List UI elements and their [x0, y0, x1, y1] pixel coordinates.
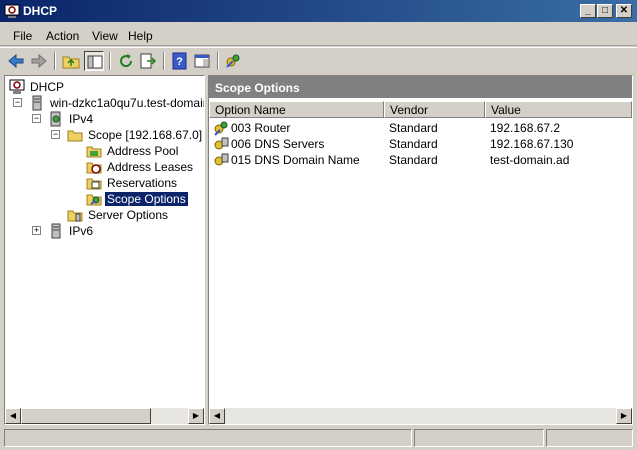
status-panel-secondary: [414, 429, 544, 447]
tree-item-server[interactable]: win-dzkc1a0qu7u.test-domain.ad: [29, 95, 204, 111]
ipv6-icon: [48, 223, 64, 239]
column-header-option-name[interactable]: Option Name: [209, 101, 384, 118]
menu-file[interactable]: File: [13, 29, 32, 43]
back-icon[interactable]: [6, 51, 26, 71]
tree-item-ipv4[interactable]: IPv4: [48, 111, 198, 127]
status-bar: [0, 428, 637, 450]
dhcp-icon: [9, 79, 25, 95]
tree-horizontal-scrollbar[interactable]: ◀ ▶: [5, 408, 204, 424]
forward-icon[interactable]: [29, 51, 49, 71]
scroll-left-icon[interactable]: ◀: [209, 408, 225, 424]
column-header-value[interactable]: Value: [485, 101, 632, 118]
server-icon: [29, 95, 45, 111]
menu-bar: File Action View Help: [0, 24, 637, 46]
toolbar-separator: [109, 52, 111, 70]
list-horizontal-scrollbar[interactable]: ◀ ▶: [209, 408, 632, 424]
toolbar-separator: [163, 52, 165, 70]
tree-item-scope[interactable]: Scope [192.168.67.0] DHCP Scope: [67, 127, 204, 143]
address-pool-icon: [86, 143, 102, 159]
menu-view[interactable]: View: [92, 29, 118, 43]
address-leases-icon: [86, 159, 102, 175]
menu-help[interactable]: Help: [128, 29, 153, 43]
collapse-server-toggle[interactable]: −: [13, 98, 22, 107]
maximize-button[interactable]: □: [597, 4, 613, 18]
list-item[interactable]: 003 Router Standard 192.168.67.2: [209, 120, 632, 136]
toolbar-separator: [217, 52, 219, 70]
tree-item-reservations[interactable]: Reservations: [86, 175, 204, 191]
folder-icon: [67, 127, 83, 143]
status-panel-main: [4, 429, 412, 447]
list-item[interactable]: 015 DNS Domain Name Standard test-domain…: [209, 152, 632, 168]
tree-item-address-leases[interactable]: Address Leases: [86, 159, 204, 175]
ipv4-icon: [48, 111, 64, 127]
scope-options-icon: [86, 191, 102, 207]
collapse-ipv4-toggle[interactable]: −: [32, 114, 41, 123]
server-options-icon: [67, 207, 83, 223]
up-folder-icon[interactable]: [61, 51, 81, 71]
svg-text:?: ?: [176, 56, 183, 68]
option-icon: [213, 136, 229, 152]
tree-item-ipv6[interactable]: IPv6: [48, 223, 198, 239]
scroll-right-icon[interactable]: ▶: [616, 408, 632, 424]
scroll-thumb[interactable]: [21, 408, 151, 424]
close-button[interactable]: ✕: [616, 4, 632, 18]
pane-title: Scope Options: [209, 76, 632, 98]
configure-options-icon[interactable]: [223, 51, 243, 71]
toolbar: ?: [0, 47, 637, 73]
details-pane[interactable]: Scope Options Option Name Vendor Value 0…: [208, 75, 633, 425]
show-hide-tree-icon[interactable]: [84, 51, 104, 71]
collapse-scope-toggle[interactable]: −: [51, 130, 60, 139]
list-item[interactable]: 006 DNS Servers Standard 192.168.67.130: [209, 136, 632, 152]
tree-item-dhcp[interactable]: DHCP: [9, 79, 199, 95]
tree-item-address-pool[interactable]: Address Pool: [86, 143, 204, 159]
option-icon: [213, 120, 229, 136]
option-icon: [213, 152, 229, 168]
reservations-icon: [86, 175, 102, 191]
status-panel-tertiary: [546, 429, 633, 447]
dhcp-app-icon: [4, 3, 20, 19]
export-list-icon[interactable]: [138, 51, 158, 71]
expand-ipv6-toggle[interactable]: +: [32, 226, 41, 235]
column-header-vendor[interactable]: Vendor: [384, 101, 485, 118]
window-title: DHCP: [23, 4, 58, 18]
tree-item-server-options[interactable]: Server Options: [67, 207, 204, 223]
refresh-icon[interactable]: [116, 51, 136, 71]
help-icon[interactable]: ?: [170, 51, 190, 71]
toolbar-separator: [54, 52, 56, 70]
scroll-right-icon[interactable]: ▶: [188, 408, 204, 424]
minimize-button[interactable]: _: [580, 4, 596, 18]
title-bar: DHCP _ □ ✕: [0, 0, 637, 22]
properties-pane-icon[interactable]: [192, 51, 212, 71]
tree-item-scope-options[interactable]: Scope Options: [86, 191, 204, 207]
menu-action[interactable]: Action: [46, 29, 79, 43]
scroll-left-icon[interactable]: ◀: [5, 408, 21, 424]
console-tree[interactable]: DHCP − win-dzkc1a0qu7u.test-domain.ad − …: [4, 75, 205, 425]
